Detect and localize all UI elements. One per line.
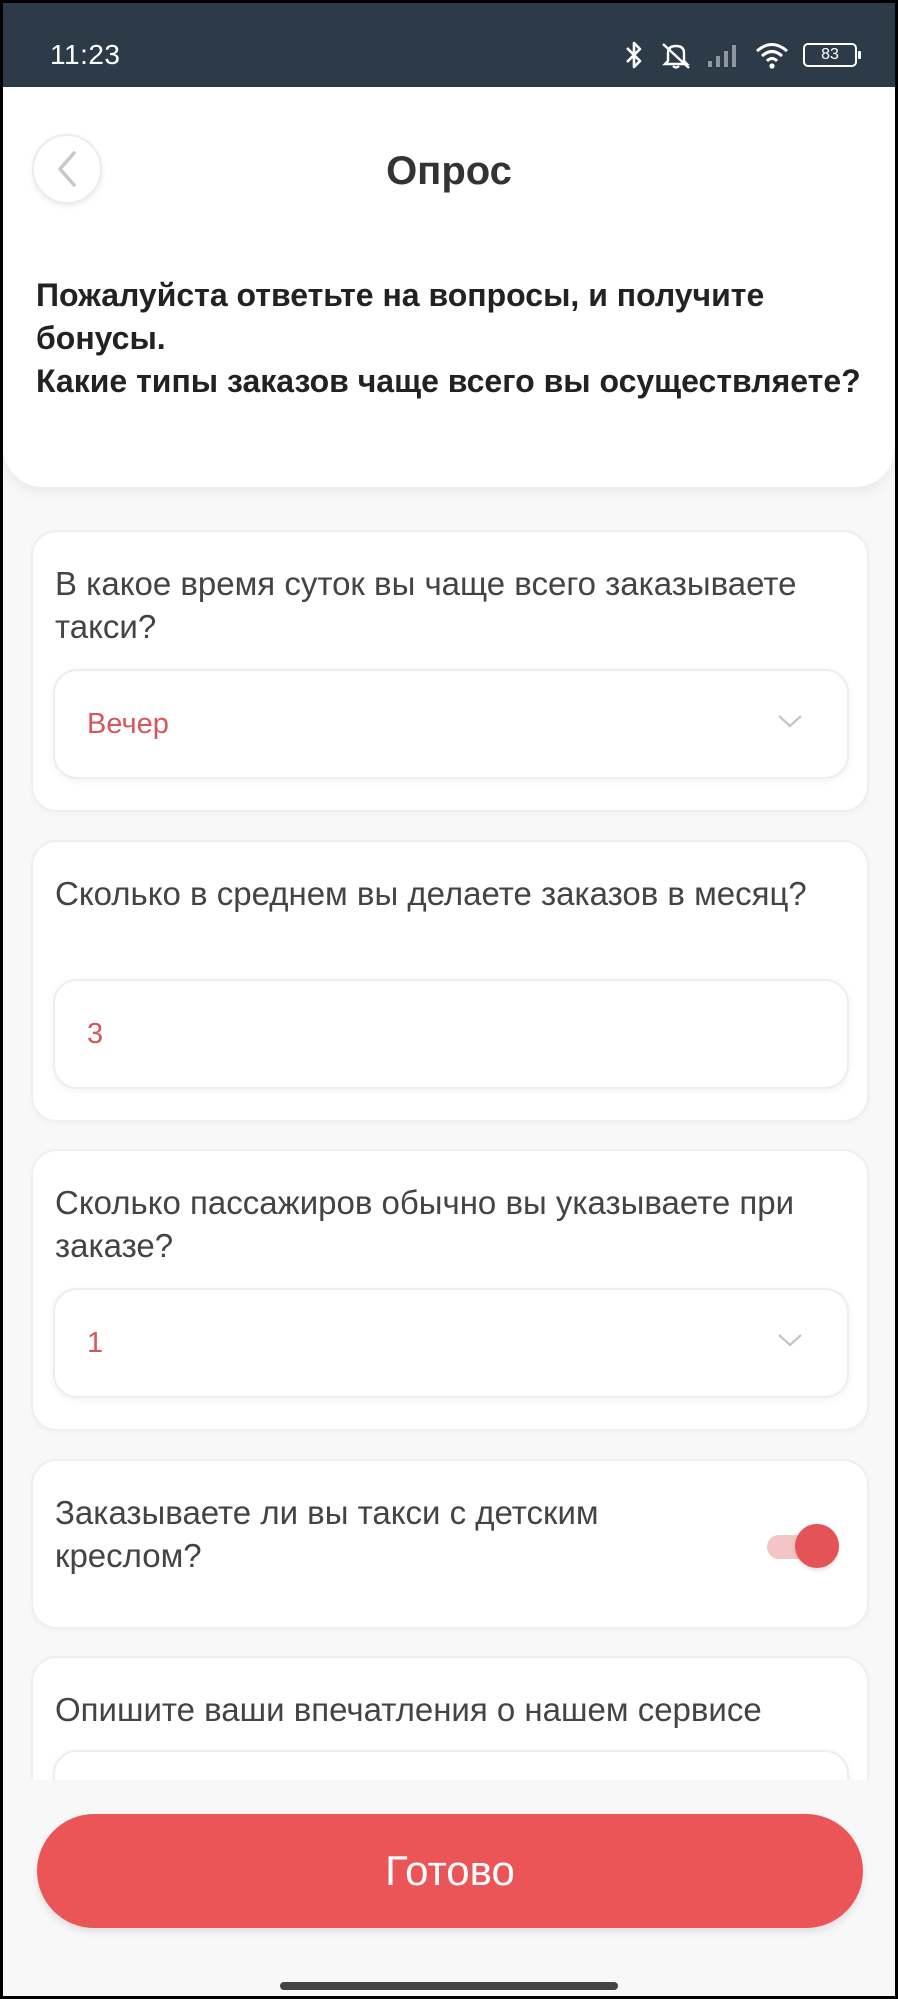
question-label: В какое время суток вы чаще всего заказы…	[55, 565, 797, 645]
done-button[interactable]: Готово	[37, 1814, 863, 1928]
passengers-select[interactable]: 1	[53, 1288, 849, 1398]
question-label: Опишите ваши впечатления о нашем сервисе	[55, 1691, 762, 1728]
status-bar: 11:23 83	[3, 3, 895, 87]
select-value: Вечер	[87, 708, 169, 740]
child-seat-toggle[interactable]	[767, 1521, 839, 1571]
intro-line-1: Пожалуйста ответьте на вопросы, и получи…	[36, 277, 765, 356]
home-indicator[interactable]	[280, 1982, 618, 1990]
question-label: Сколько в среднем вы делаете заказов в м…	[55, 875, 807, 912]
question-label: Сколько пассажиров обычно вы указываете …	[55, 1184, 795, 1264]
battery-icon: 83	[803, 43, 861, 67]
header: Опрос Пожалуйста ответьте на вопросы, и …	[3, 87, 895, 487]
status-time: 11:23	[50, 39, 121, 70]
intro-line-2: Какие типы заказов чаще всего вы осущест…	[36, 363, 861, 399]
chevron-down-icon	[778, 1334, 802, 1347]
page-title: Опрос	[386, 149, 512, 193]
question-card-orders-per-month: Сколько в среднем вы делаете заказов в м…	[31, 840, 869, 1122]
question-card-passengers: Сколько пассажиров обычно вы указываете …	[31, 1149, 869, 1431]
bluetooth-icon	[626, 41, 642, 69]
battery-level: 83	[821, 46, 839, 63]
survey-intro: Пожалуйста ответьте на вопросы, и получи…	[36, 274, 866, 403]
select-value: 1	[87, 1327, 104, 1359]
screen: 11:23 83 Опрос Пожалуйста ответьте на во…	[3, 3, 895, 1996]
input-value: 3	[87, 1018, 104, 1050]
signal-icon	[708, 45, 736, 67]
chevron-down-icon	[778, 715, 802, 728]
mute-icon	[662, 43, 690, 69]
question-card-child-seat: Заказываете ли вы такси с детским кресло…	[31, 1459, 869, 1629]
wifi-icon	[756, 43, 788, 69]
status-icons: 83	[623, 37, 861, 73]
time-of-day-select[interactable]: Вечер	[53, 669, 849, 779]
orders-per-month-input[interactable]: 3	[53, 979, 849, 1089]
question-card-time-of-day: В какое время суток вы чаще всего заказы…	[31, 530, 869, 812]
toggle-knob	[795, 1524, 839, 1568]
question-label: Заказываете ли вы такси с детским кресло…	[55, 1494, 599, 1574]
